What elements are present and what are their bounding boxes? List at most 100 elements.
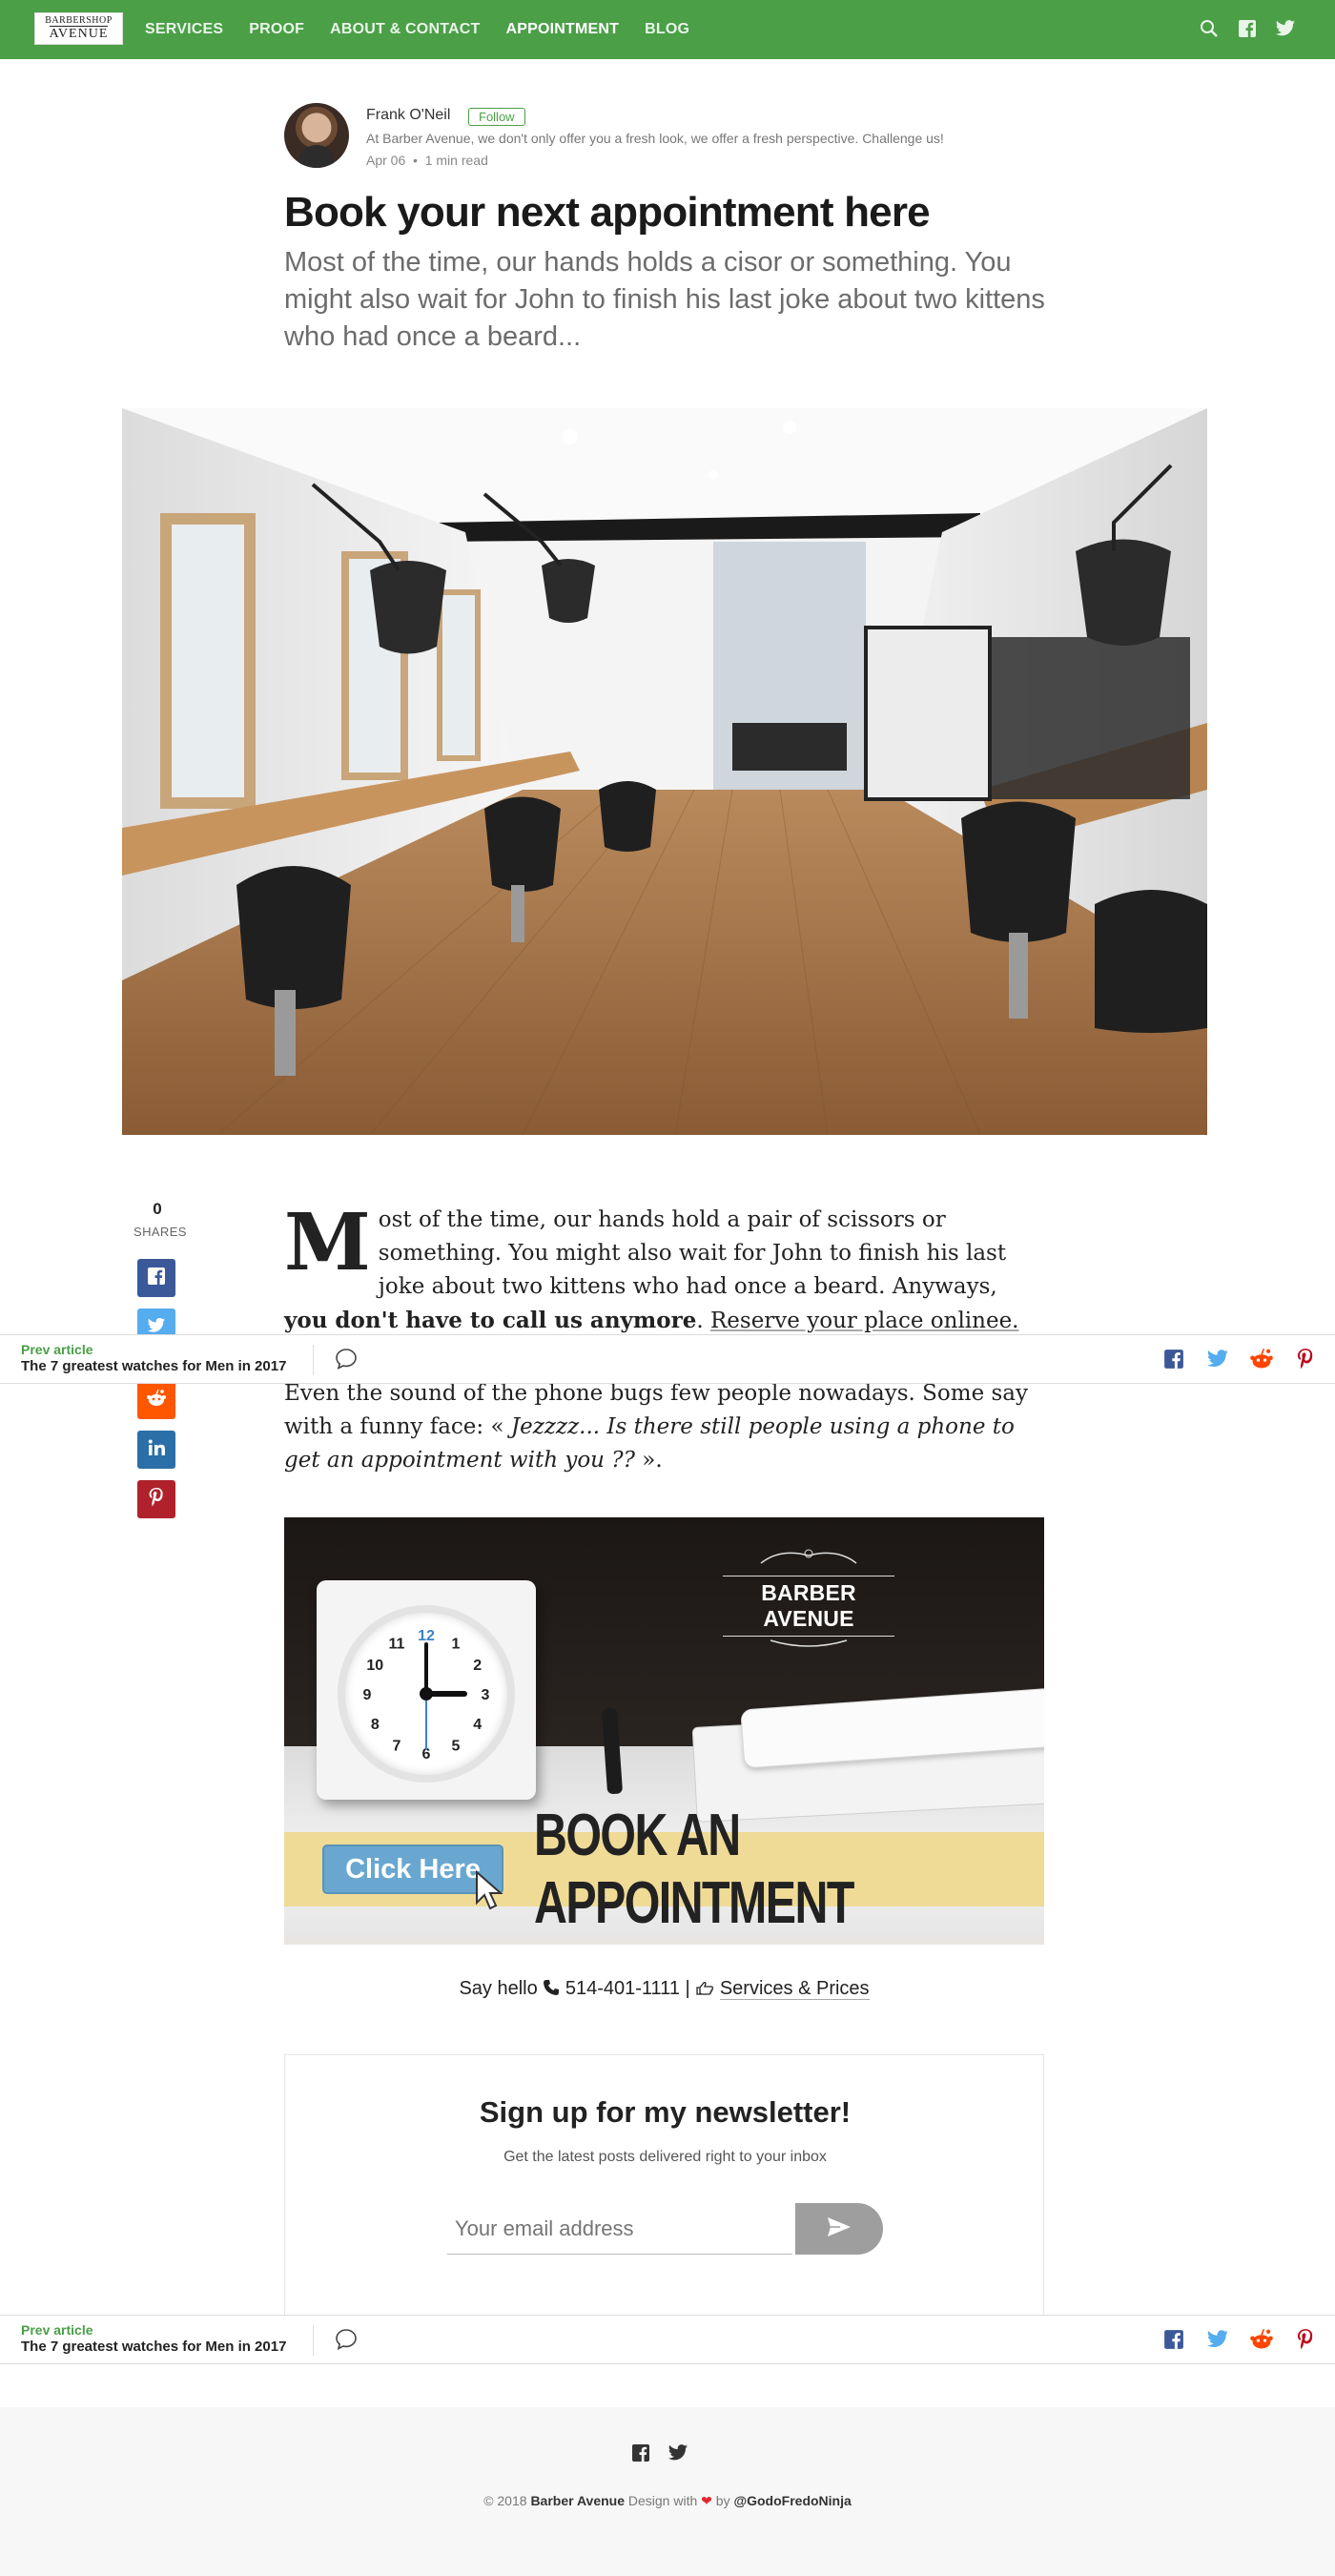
reddit-icon[interactable] — [1249, 2327, 1274, 2352]
pinterest-icon[interactable] — [1293, 1347, 1318, 1371]
reddit-icon — [146, 1389, 167, 1412]
paragraph-2-end: ». — [634, 1448, 663, 1473]
clock-face: 12 1 2 3 4 5 6 7 8 9 10 11 — [338, 1605, 515, 1783]
clock-numeral: 8 — [371, 1717, 380, 1733]
book-appointment-headline: BOOK AN APPOINTMENT — [534, 1803, 854, 1936]
share-reddit-button[interactable] — [137, 1381, 175, 1419]
share-facebook-button[interactable] — [137, 1259, 175, 1297]
clock-image: 12 1 2 3 4 5 6 7 8 9 10 11 — [317, 1580, 536, 1800]
share-pinterest-button[interactable] — [137, 1480, 175, 1518]
clock-numeral: 3 — [482, 1687, 490, 1703]
article-paragraph-1: Most of the time, our hands hold a pair … — [284, 1204, 1047, 1338]
paragraph-1-end: . — [696, 1309, 704, 1333]
clock-center — [420, 1687, 433, 1700]
clock-numeral: 7 — [393, 1739, 401, 1755]
book-appointment-banner[interactable]: 12 1 2 3 4 5 6 7 8 9 10 11 BARBER AVENUE Click Here… — [284, 1517, 1044, 1945]
clock-numeral: 5 — [452, 1739, 461, 1755]
newsletter-box: Sign up for my newsletter! Get the lates… — [284, 2054, 1044, 2319]
follow-button[interactable]: Follow — [468, 108, 525, 126]
comment-icon[interactable] — [334, 2327, 359, 2352]
copyright-year: © 2018 — [483, 2493, 527, 2508]
nav-item-blog[interactable]: BLOG — [645, 21, 689, 38]
email-field[interactable] — [447, 2203, 792, 2255]
read-time: 1 min read — [424, 153, 488, 168]
paragraph-1-text: ost of the time, our hands hold a pair o… — [378, 1207, 1007, 1299]
divider — [313, 1345, 314, 1375]
banner-brand: BARBER AVENUE — [723, 1546, 894, 1655]
footer-site-link[interactable]: Barber Avenue — [530, 2493, 625, 2508]
share-linkedin-button[interactable] — [137, 1431, 175, 1469]
author-block: Frank O'Neil Follow At Barber Avenue, we… — [284, 103, 1047, 170]
linkedin-icon — [147, 1438, 166, 1462]
footer-social-icons — [631, 2443, 688, 2467]
author-name[interactable]: Frank O'Neil — [366, 107, 450, 124]
nav-item-services[interactable]: SERVICES — [145, 21, 223, 38]
share-sidebar: 0 SHARES — [134, 1200, 187, 1518]
article-paragraph-2: Even the sound of the phone bugs few peo… — [284, 1377, 1047, 1477]
clock-numeral: 11 — [389, 1636, 405, 1652]
subscribe-button[interactable] — [795, 2203, 883, 2255]
reserve-online-link[interactable]: Reserve your place onlinee. — [710, 1309, 1019, 1333]
ornament-icon — [760, 1549, 857, 1564]
twitter-icon[interactable] — [1205, 1347, 1230, 1371]
site-footer: © 2018 Barber Avenue Design with ❤ by @G… — [0, 2407, 1335, 2576]
clock-numeral: 10 — [366, 1658, 383, 1674]
drop-cap: M — [284, 1197, 371, 1288]
post-date: Apr 06 — [366, 153, 406, 168]
send-icon — [827, 2216, 852, 2242]
phone-icon — [543, 1979, 560, 2002]
main-menu: SERVICES PROOF ABOUT & CONTACT APPOINTME… — [145, 0, 689, 59]
contact-line: Say hello 514-401-1111 | Services & Pric… — [284, 1978, 1044, 2002]
say-hello-text: Say hello — [459, 1978, 538, 1999]
nav-item-proof[interactable]: PROOF — [249, 21, 304, 38]
newsletter-subtitle: Get the latest posts delivered right to … — [503, 2149, 827, 2165]
facebook-icon — [147, 1267, 166, 1290]
banner-brand-name: BARBER AVENUE — [723, 1576, 894, 1637]
clock-numeral: 9 — [363, 1687, 372, 1703]
prev-article-label: Prev article — [21, 2322, 93, 2338]
author-bio: At Barber Avenue, we don't only offer yo… — [366, 131, 944, 146]
search-icon[interactable] — [1198, 17, 1221, 40]
by-text: by — [715, 2493, 730, 2508]
facebook-icon[interactable] — [1161, 1347, 1186, 1371]
page-title: Book your next appointment here — [284, 189, 931, 236]
pinterest-icon — [148, 1487, 165, 1513]
facebook-icon[interactable] — [1236, 17, 1259, 40]
page-subtitle: Most of the time, our hands holds a ciso… — [284, 247, 1045, 352]
facebook-icon[interactable] — [631, 2443, 650, 2467]
prev-article-title[interactable]: The 7 greatest watches for Men in 2017 — [21, 2339, 286, 2355]
nav-item-about-contact[interactable]: ABOUT & CONTACT — [330, 21, 480, 38]
nav-item-appointment[interactable]: APPOINTMENT — [505, 21, 619, 38]
designer-link[interactable]: @GodoFredoNinja — [733, 2493, 851, 2508]
nav-tools — [1198, 17, 1297, 40]
divider — [313, 2325, 314, 2356]
reddit-icon[interactable] — [1249, 1347, 1274, 1371]
bottom-share-icons — [1161, 2327, 1318, 2352]
prev-article-label: Prev article — [21, 1342, 93, 1357]
clock-numeral: 2 — [473, 1658, 482, 1674]
site-logo[interactable]: BARBERSHOP AVENUE — [34, 12, 123, 45]
comment-icon[interactable] — [334, 1347, 359, 1371]
twitter-icon[interactable] — [668, 2443, 688, 2467]
twitter-icon[interactable] — [1274, 17, 1297, 40]
services-prices-link[interactable]: Services & Prices — [719, 1978, 870, 2000]
share-label: SHARES — [134, 1225, 187, 1239]
clock-numeral: 1 — [452, 1636, 461, 1652]
twitter-icon[interactable] — [1205, 2327, 1230, 2352]
newsletter-title: Sign up for my newsletter! — [479, 2095, 852, 2129]
cursor-icon — [476, 1870, 503, 1910]
clock-numeral: 12 — [418, 1628, 435, 1644]
separator: | — [685, 1978, 690, 1999]
hero-salon-image — [122, 408, 1207, 1135]
hand-pointer-icon — [695, 1980, 714, 2002]
prev-article-title[interactable]: The 7 greatest watches for Men in 2017 — [21, 1358, 286, 1374]
pinterest-icon[interactable] — [1293, 2327, 1318, 2352]
footer-copyright: © 2018 Barber Avenue Design with ❤ by @G… — [0, 2493, 1335, 2509]
phone-link[interactable]: 514-401-1111 — [565, 1978, 680, 1999]
facebook-icon[interactable] — [1161, 2327, 1186, 2352]
paragraph-1-bold: you don't have to call us anymore — [284, 1308, 697, 1333]
share-count: 0 — [153, 1200, 162, 1218]
logo-text-bottom: AVENUE — [49, 26, 109, 41]
avatar[interactable] — [284, 103, 349, 168]
sticky-article-bar: Prev article The 7 greatest watches for … — [0, 1334, 1335, 1384]
